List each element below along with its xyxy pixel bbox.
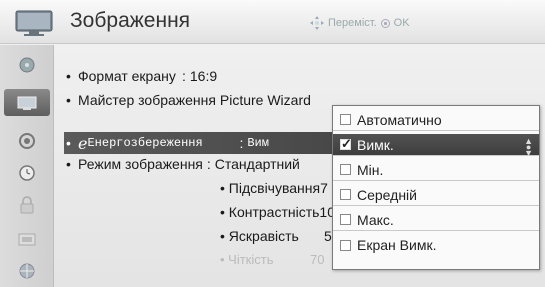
sub-item-label: • Яскравість (220, 228, 299, 244)
option-screen-off[interactable]: Екран Вимк. (333, 234, 539, 256)
option-min[interactable]: Мін. (333, 159, 539, 181)
audio-icon (19, 132, 35, 149)
network-icon (19, 263, 35, 278)
sidebar-item-setup[interactable] (4, 51, 50, 78)
option-medium[interactable]: Середній (333, 184, 539, 206)
scroll-arrows-icon: ▲ ● ▼ (524, 136, 533, 158)
sub-item-value: 5 (324, 228, 332, 244)
bullet: • (66, 92, 71, 108)
tv-picture-icon (15, 10, 53, 36)
separator: : (206, 156, 211, 172)
bullet: • (66, 135, 71, 151)
checkbox (340, 189, 351, 200)
menu-item-value: Вим (247, 136, 269, 150)
ok-hint-label: OK (393, 17, 410, 29)
tv-menu-screen: Зображення Переміст. OK • Формат екрану … (0, 0, 545, 287)
menu-item-label: Енергозбереження (87, 136, 203, 150)
option-auto[interactable]: Автоматично (333, 109, 539, 131)
option-off[interactable]: Вимк. ▲●▼ (333, 134, 539, 158)
bullet: • (66, 156, 71, 172)
sub-item-brightness[interactable]: • Яскравість 5 (220, 228, 332, 244)
menu-item-picture-wizard[interactable]: • Майстер зображення Picture Wizard (66, 89, 311, 111)
sub-item-contrast[interactable]: • Контрастність10 (220, 204, 335, 220)
option-label: Екран Вимк. (357, 237, 437, 253)
tv-picture-icon (17, 96, 37, 110)
sub-item-sharpness[interactable]: • Чіткість 70 (220, 252, 324, 267)
category-sidebar (0, 45, 54, 287)
sidebar-item-option[interactable] (4, 225, 50, 252)
menu-item-label: Формат екрану (78, 68, 176, 84)
option-label: Вимк. (357, 136, 394, 153)
menu-item-value: Стандартний (214, 156, 300, 172)
separator: : (182, 68, 186, 84)
menu-item-value: 16:9 (189, 68, 218, 84)
sub-item-label: • Підсвічування (220, 180, 321, 196)
checkbox (340, 239, 351, 251)
move-hint-label: Переміст. (328, 17, 377, 29)
energy-saving-dropdown: Автоматично Вимк. ▲●▼ Мін. Середній Макс… (332, 105, 540, 270)
checkbox-checked (340, 136, 352, 152)
ok-button-icon (380, 18, 390, 28)
sidebar-item-audio[interactable] (4, 127, 50, 154)
option-label: Мін. (357, 161, 384, 178)
eco-icon: e (78, 133, 88, 153)
option-label: Середній (357, 186, 417, 203)
separator: : (239, 135, 244, 151)
checkbox (340, 114, 351, 125)
sidebar-item-time[interactable] (4, 159, 50, 186)
clock-icon (19, 164, 35, 181)
sidebar-item-picture[interactable] (4, 89, 50, 116)
sub-item-value: 70 (310, 252, 325, 267)
option-label: Макс. (357, 211, 394, 228)
option-label: Автоматично (357, 111, 442, 128)
option-max[interactable]: Макс. (333, 209, 539, 231)
satellite-dish-icon (19, 57, 35, 72)
checkbox (340, 164, 351, 175)
sub-item-label: • Чіткість (220, 252, 274, 267)
lock-icon (20, 195, 34, 213)
sub-item-label: • Контрастність (220, 204, 320, 220)
sub-item-backlight[interactable]: • Підсвічування7 (220, 180, 328, 196)
sub-item-value: 7 (320, 180, 328, 196)
page-title: Зображення (70, 9, 191, 32)
sidebar-item-network[interactable] (4, 257, 50, 284)
menu-item-picture-mode[interactable]: • Режим зображення : Стандартний (66, 153, 300, 175)
menu-item-label: Майстер зображення Picture Wizard (78, 92, 311, 108)
dpad-icon (310, 16, 324, 30)
checkbox (340, 214, 351, 225)
bullet: • (66, 68, 71, 84)
menu-item-energy-saving[interactable]: • e Енергозбереження : Вим (64, 132, 332, 154)
option-icon (18, 233, 36, 245)
menu-item-aspect-ratio[interactable]: • Формат екрану : 16:9 (66, 65, 217, 87)
menu-header: Зображення Переміст. OK (0, 0, 545, 44)
menu-item-label: Режим зображення (78, 156, 203, 172)
navigation-hint: Переміст. OK (310, 16, 410, 30)
sidebar-item-lock[interactable] (4, 191, 50, 218)
